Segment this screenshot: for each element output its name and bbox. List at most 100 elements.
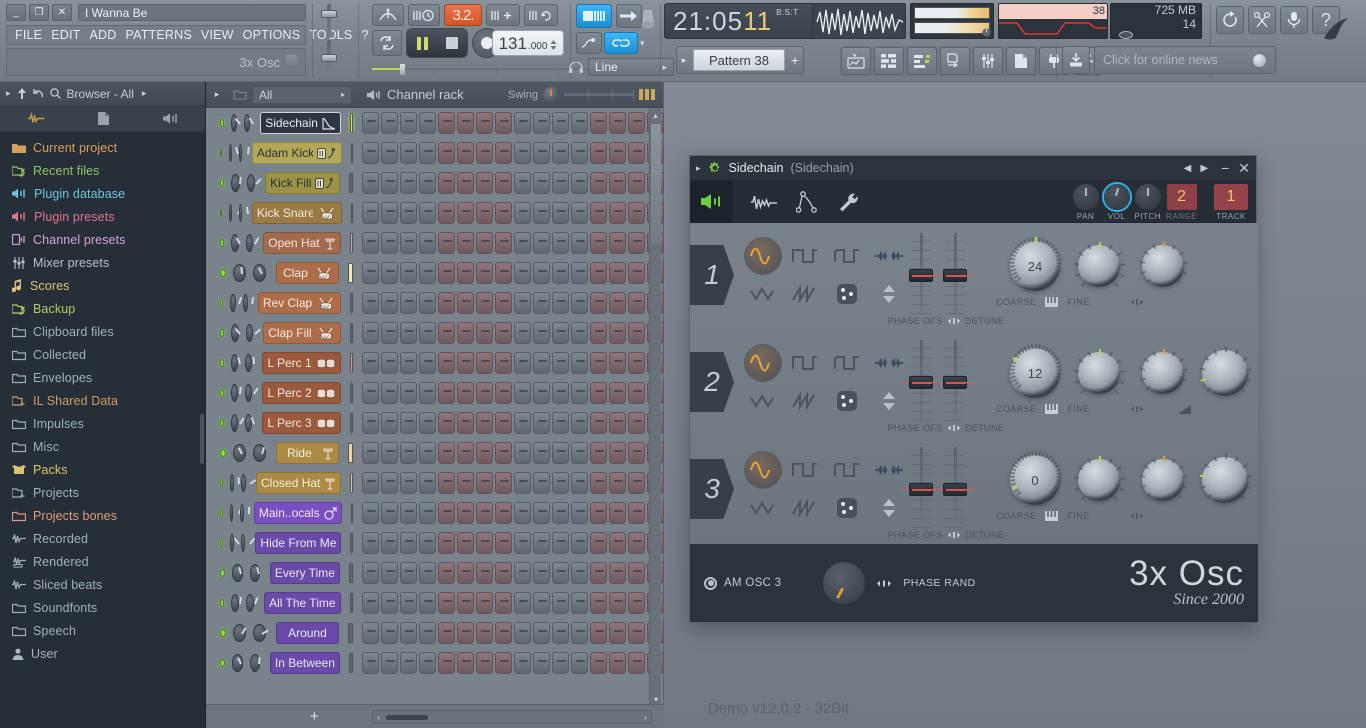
channel-name-button[interactable]: Kick Fill (265, 172, 341, 194)
step-button[interactable] (609, 502, 626, 524)
step-button[interactable] (381, 652, 398, 674)
stop-button[interactable] (437, 29, 467, 57)
step-button[interactable] (400, 292, 418, 314)
step-button[interactable] (590, 502, 607, 524)
step-button[interactable] (361, 262, 379, 284)
step-button[interactable] (495, 292, 513, 314)
step-button[interactable] (533, 232, 551, 254)
channel-pan-knob[interactable] (233, 444, 246, 462)
channel-row[interactable]: L Perc 1 (206, 348, 664, 378)
browser-item-recorded[interactable]: Recorded (0, 527, 205, 550)
step-button[interactable] (628, 592, 646, 614)
menu-options[interactable]: OPTIONS (243, 28, 301, 42)
step-button[interactable] (533, 592, 551, 614)
step-button[interactable] (457, 532, 474, 554)
step-button[interactable] (533, 142, 550, 164)
step-button[interactable] (476, 472, 494, 494)
step-button[interactable] (476, 202, 493, 224)
step-button[interactable] (418, 262, 436, 284)
browser-item-plugin-database[interactable]: Plugin database (0, 182, 205, 205)
channel-name-button[interactable]: Clap Fill (263, 322, 341, 344)
step-button[interactable] (609, 202, 626, 224)
step-button[interactable] (552, 562, 569, 584)
channel-volume-knob[interactable] (243, 114, 254, 132)
step-button[interactable] (457, 172, 474, 194)
channel-row[interactable]: Closed Hat (206, 468, 664, 498)
step-button[interactable] (495, 592, 513, 614)
sine-wave-icon[interactable] (744, 344, 782, 382)
step-button[interactable] (571, 532, 588, 554)
channel-pan-knob[interactable] (229, 204, 243, 222)
browser-item-mixer-presets[interactable]: Mixer presets (0, 251, 205, 274)
step-button[interactable] (589, 442, 607, 464)
step-button[interactable] (571, 502, 588, 524)
next-preset-icon[interactable]: ▶ (1200, 163, 1208, 174)
channel-volume-knob[interactable] (246, 174, 262, 192)
step-button[interactable] (495, 652, 512, 674)
channel-mute-led[interactable] (220, 599, 225, 607)
step-button[interactable] (400, 382, 417, 404)
step-button[interactable] (381, 382, 398, 404)
step-button[interactable] (399, 622, 417, 644)
step-button[interactable] (571, 232, 589, 254)
step-button[interactable] (571, 592, 589, 614)
step-button[interactable] (362, 232, 380, 254)
panning-knob[interactable] (1139, 349, 1188, 394)
channel-name-button[interactable]: Adam Kick (251, 142, 342, 164)
step-button[interactable] (381, 142, 398, 164)
step-button[interactable] (552, 172, 569, 194)
minimize-icon[interactable]: − (1221, 160, 1229, 176)
step-button[interactable] (476, 562, 493, 584)
channel-row[interactable]: Main..ocals (206, 498, 664, 528)
track-control[interactable]: 1 TRACK (1214, 184, 1248, 221)
browser-icon[interactable] (940, 47, 970, 75)
step-button[interactable] (514, 352, 531, 374)
step-button[interactable] (552, 112, 569, 134)
channel-volume-knob[interactable] (252, 444, 266, 462)
step-button[interactable] (476, 232, 494, 254)
snap-grid-icon[interactable] (576, 4, 612, 28)
channel-name-button[interactable]: Closed Hat (256, 472, 342, 494)
saw-wave-icon[interactable] (792, 392, 818, 410)
scroll-left-icon[interactable]: ‹ (377, 712, 380, 722)
step-button[interactable] (609, 232, 627, 254)
step-button[interactable] (438, 142, 455, 164)
step-button[interactable] (590, 382, 607, 404)
step-button[interactable] (552, 142, 569, 164)
step-button[interactable] (438, 532, 455, 554)
step-button[interactable] (457, 592, 475, 614)
menu-patterns[interactable]: PATTERNS (125, 28, 191, 42)
step-button[interactable] (533, 382, 550, 404)
panning-knob[interactable] (1139, 242, 1188, 287)
step-button[interactable] (399, 322, 417, 344)
step-button[interactable] (590, 142, 607, 164)
step-button[interactable] (609, 592, 627, 614)
play-pause-stop-button[interactable] (406, 28, 468, 58)
step-button[interactable] (495, 202, 512, 224)
step-button[interactable] (628, 412, 645, 434)
am-osc-radio[interactable] (704, 576, 717, 590)
browser-item-rendered[interactable]: Rendered (0, 550, 205, 573)
swing-knob[interactable] (543, 86, 559, 103)
channel-row[interactable]: Sidechain (206, 108, 664, 138)
channel-mute-led[interactable] (220, 449, 227, 457)
step-button[interactable] (418, 442, 436, 464)
step-button[interactable] (571, 652, 588, 674)
sine-wave-icon[interactable] (744, 451, 782, 489)
channel-row[interactable]: L Perc 3 (206, 408, 664, 438)
step-button[interactable] (381, 472, 399, 494)
swing-control[interactable]: Swing (508, 86, 663, 103)
graph-editor-icon[interactable] (639, 89, 655, 100)
channel-volume-knob[interactable] (245, 234, 259, 252)
square-wave-icon[interactable] (792, 247, 818, 265)
step-button[interactable] (627, 442, 645, 464)
browser-item-current-project[interactable]: Current project (0, 136, 205, 159)
step-button[interactable] (457, 352, 474, 374)
pattern-name[interactable]: Pattern 38 (693, 49, 785, 71)
step-button[interactable] (513, 322, 531, 344)
browser-item-il-shared-data[interactable]: IL Shared Data (0, 389, 205, 412)
step-button[interactable] (628, 472, 646, 494)
step-button[interactable] (476, 172, 493, 194)
step-button[interactable] (514, 382, 531, 404)
step-button[interactable] (419, 562, 436, 584)
